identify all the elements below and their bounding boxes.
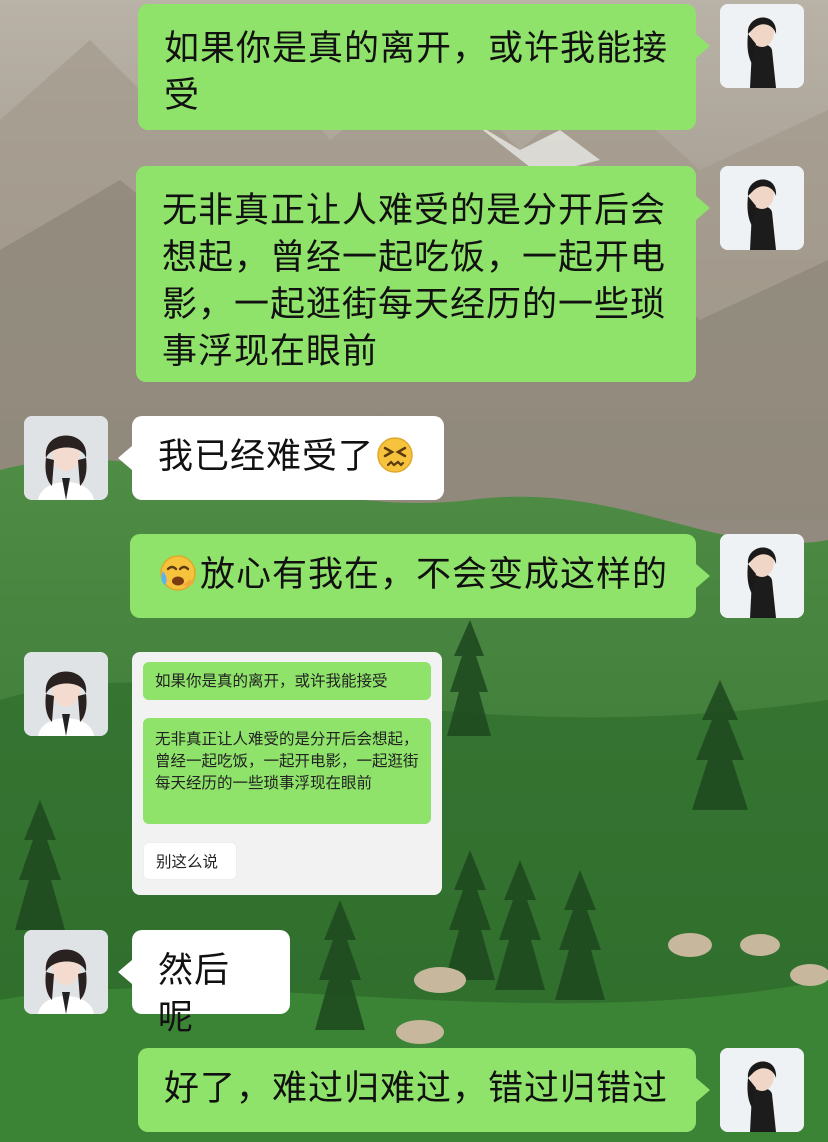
- avatar-self[interactable]: [720, 534, 804, 618]
- avatar-self[interactable]: [720, 166, 804, 250]
- quoted-message: 别这么说: [143, 842, 237, 880]
- avatar-other-icon: [24, 416, 108, 500]
- bubble-tail: [696, 1078, 710, 1102]
- bubble-tail: [118, 960, 132, 984]
- avatar-self-icon: [720, 1048, 804, 1132]
- message-bubble[interactable]: 然后呢: [132, 930, 290, 1038]
- bubble-tail: [696, 34, 710, 58]
- crying-face-icon: [158, 554, 198, 605]
- avatar-other[interactable]: [24, 652, 108, 736]
- message-text: 放心有我在，不会变成这样的: [200, 555, 669, 595]
- quoted-message: 如果你是真的离开，或许我能接受: [143, 662, 431, 700]
- bubble-tail: [696, 564, 710, 588]
- avatar-other[interactable]: [24, 930, 108, 1014]
- message-bubble[interactable]: 如果你是真的离开，或许我能接受: [138, 4, 696, 130]
- avatar-self-icon: [720, 4, 804, 88]
- avatar-self[interactable]: [720, 4, 804, 88]
- avatar-self[interactable]: [720, 1048, 804, 1132]
- quoted-screenshot[interactable]: 如果你是真的离开，或许我能接受 无非真正让人难受的是分开后会想起，曾经一起吃饭，…: [132, 652, 442, 895]
- message-bubble[interactable]: 无非真正让人难受的是分开后会想起，曾经一起吃饭，一起开电影，一起逛街每天经历的一…: [136, 166, 696, 382]
- bubble-tail: [118, 446, 132, 470]
- avatar-self-icon: [720, 534, 804, 618]
- avatar-other-icon: [24, 930, 108, 1014]
- persevering-face-icon: [376, 436, 414, 487]
- message-bubble[interactable]: 我已经难受了: [132, 416, 444, 500]
- bubble-tail: [696, 196, 710, 220]
- message-bubble[interactable]: 放心有我在，不会变成这样的: [130, 534, 696, 618]
- avatar-self-icon: [720, 166, 804, 250]
- quoted-message: 无非真正让人难受的是分开后会想起，曾经一起吃饭，一起开电影，一起逛街每天经历的一…: [143, 718, 431, 824]
- avatar-other[interactable]: [24, 416, 108, 500]
- message-text: 我已经难受了: [158, 437, 375, 477]
- avatar-other-icon: [24, 652, 108, 736]
- message-bubble[interactable]: 好了，难过归难过，错过归错过: [138, 1048, 696, 1132]
